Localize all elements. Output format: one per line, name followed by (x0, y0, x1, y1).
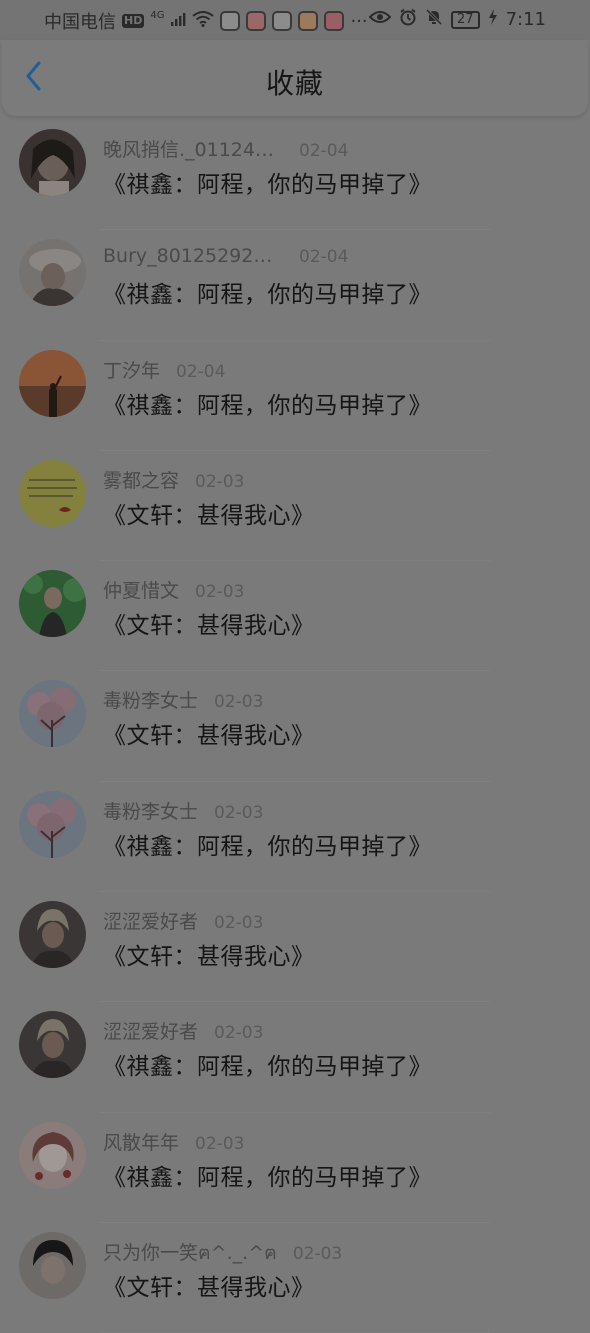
avatar (19, 349, 86, 417)
author-name: 毒粉李女士 (103, 690, 199, 713)
page-title: 收藏 (265, 67, 324, 100)
list-item[interactable]: Bury_801252920... 02-04 《祺鑫：阿程，你的马甲掉了》 (0, 230, 590, 341)
list-item[interactable]: 涩涩爱好者 02-03 《祺鑫：阿程，你的马甲掉了》 (0, 1002, 590, 1113)
list-item[interactable]: 雾都之容 02-03 《文轩：甚得我心》 (0, 451, 590, 562)
post-title: 《祺鑫：阿程，你的马甲掉了》 (103, 392, 432, 419)
status-bar: 中国电信 HD 4G ··· 27 7:11 (0, 0, 590, 40)
eye-icon (368, 9, 392, 30)
list-item[interactable]: 毒粉李女士 02-03 《文轩：甚得我心》 (0, 671, 590, 782)
avatar (19, 459, 86, 527)
avatar (19, 570, 86, 638)
avatar (19, 901, 86, 969)
post-date: 02-03 (292, 1243, 343, 1264)
favorites-list: 晚风捎信._011244... 02-04 《祺鑫：阿程，你的马甲掉了》 Bur… (0, 120, 590, 1333)
signal-icon (170, 11, 186, 32)
network-type: 4G (150, 9, 165, 21)
app-icon-3 (272, 11, 293, 31)
list-item[interactable]: 晚风捎信._011244... 02-04 《祺鑫：阿程，你的马甲掉了》 (0, 120, 590, 231)
post-title: 《祺鑫：阿程，你的马甲掉了》 (103, 172, 432, 198)
post-date: 02-03 (195, 1133, 245, 1154)
item-meta: 雾都之容 02-03 (103, 466, 244, 493)
list-item[interactable]: 丁汐年 02-04 《祺鑫：阿程，你的马甲掉了》 (0, 341, 590, 451)
battery-indicator: 27 (451, 10, 480, 29)
post-title: 《祺鑫：阿程，你的马甲掉了》 (103, 1164, 432, 1191)
post-date: 02-03 (214, 913, 264, 934)
list-item[interactable]: 风散年年 02-03 《祺鑫：阿程，你的马甲掉了》 (0, 1113, 590, 1223)
post-date: 02-04 (299, 141, 349, 161)
author-name: 仲夏惜文 (103, 580, 180, 603)
author-name: 只为你一笑ฅ^._.^ฅ (103, 1241, 277, 1264)
item-meta: 仲夏惜文 02-03 (103, 576, 244, 603)
author-name: 涩涩爱好者 (103, 1021, 199, 1044)
author-name: 毒粉李女士 (103, 800, 199, 823)
list-item[interactable]: 毒粉李女士 02-03 《祺鑫：阿程，你的马甲掉了》 (0, 782, 590, 893)
post-date: 02-03 (195, 582, 245, 603)
app-icon-2 (246, 11, 267, 31)
item-meta: 毒粉李女士 02-03 (103, 686, 263, 713)
carrier-label: 中国电信 (44, 12, 116, 33)
item-meta: Bury_801252920... 02-04 (103, 245, 348, 267)
item-meta: 晚风捎信._011244... 02-04 (103, 135, 348, 162)
avatar (19, 680, 86, 748)
author-name: 风散年年 (103, 1131, 180, 1154)
item-meta: 毒粉李女士 02-03 (103, 797, 263, 824)
post-date: 02-04 (299, 247, 349, 268)
author-name: 晚风捎信._011244... (103, 139, 283, 161)
avatar (19, 239, 86, 307)
post-title: 《文轩：甚得我心》 (103, 613, 315, 640)
list-item[interactable]: 仲夏惜文 02-03 《文轩：甚得我心》 (0, 561, 590, 672)
item-meta: 涩涩爱好者 02-03 (103, 907, 263, 934)
app-icon-5 (324, 11, 345, 31)
post-title: 《文轩：甚得我心》 (103, 723, 315, 750)
item-meta: 风散年年 02-03 (103, 1128, 244, 1155)
post-date: 02-03 (214, 692, 264, 713)
avatar (19, 129, 86, 196)
post-title: 《祺鑫：阿程，你的马甲掉了》 (103, 282, 432, 309)
item-meta: 只为你一笑ฅ^._.^ฅ 02-03 (103, 1238, 342, 1268)
wifi-icon (192, 10, 215, 32)
list-item[interactable]: 只为你一笑ฅ^._.^ฅ 02-03 《文轩：甚得我心》 (0, 1223, 590, 1333)
avatar (19, 1121, 86, 1189)
avatar (19, 1011, 86, 1079)
app-icon-4 (298, 11, 319, 31)
post-date: 02-03 (214, 1023, 264, 1044)
more-notifications: ··· (350, 10, 368, 32)
post-date: 02-03 (214, 802, 264, 823)
avatar (19, 1231, 86, 1299)
author-name: 雾都之容 (103, 469, 180, 492)
post-title: 《文轩：甚得我心》 (103, 502, 315, 529)
post-date: 02-03 (195, 471, 245, 492)
item-meta: 涩涩爱好者 02-03 (103, 1017, 263, 1044)
header-bar: 收藏 (2, 40, 588, 116)
charging-icon (488, 9, 498, 30)
hd-badge: HD (122, 14, 145, 28)
clock-time: 7:11 (505, 9, 546, 30)
author-name: Bury_801252920... (103, 245, 283, 268)
post-title: 《祺鑫：阿程，你的马甲掉了》 (103, 833, 432, 860)
post-title: 《祺鑫：阿程，你的马甲掉了》 (103, 1054, 432, 1081)
status-left: 中国电信 HD 4G ··· (44, 8, 368, 34)
author-name: 涩涩爱好者 (103, 911, 199, 934)
author-name: 丁汐年 (103, 359, 161, 382)
item-meta: 丁汐年 02-04 (103, 356, 225, 383)
app-icon-1 (220, 11, 241, 31)
avatar (19, 790, 86, 858)
post-title: 《文轩：甚得我心》 (103, 944, 315, 971)
post-title: 《文轩：甚得我心》 (103, 1274, 315, 1301)
alarm-icon (399, 8, 417, 31)
post-date: 02-04 (176, 361, 226, 382)
list-item[interactable]: 涩涩爱好者 02-03 《文轩：甚得我心》 (0, 892, 590, 1003)
mute-icon (425, 8, 443, 31)
status-right: 27 7:11 (368, 8, 546, 31)
